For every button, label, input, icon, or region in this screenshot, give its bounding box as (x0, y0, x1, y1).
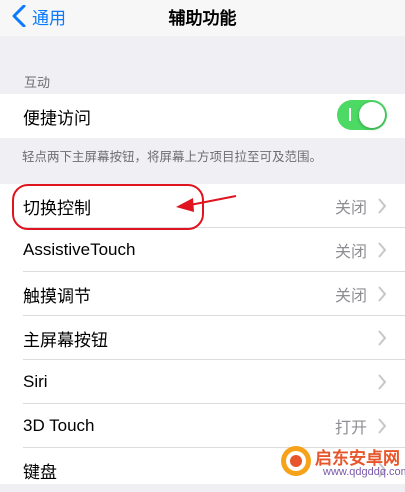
reachability-toggle[interactable] (337, 100, 387, 130)
toggle-on-indicator (349, 108, 351, 121)
list-item-label: 主屏幕按钮 (23, 330, 108, 350)
watermark-logo: 启东安卓网 www.qdgddq.com (277, 440, 405, 482)
list-item-label: 触摸调节 (23, 286, 91, 306)
list-item-label: AssistiveTouch (23, 240, 136, 259)
list-item-label: 3D Touch (23, 416, 95, 435)
list-item-value: 关闭 (334, 244, 367, 261)
list-item-value: 打开 (334, 420, 367, 437)
reachability-row: 便捷访问 (0, 94, 405, 138)
reachability-group: 便捷访问 (0, 94, 405, 138)
list-item-touch-accommodations[interactable]: 触摸调节 关闭 (0, 272, 405, 316)
list-item-assistivetouch[interactable]: AssistiveTouch 关闭 (0, 228, 405, 272)
section-header-interaction: 互动 (24, 75, 51, 90)
list-item-value: 关闭 (334, 288, 367, 305)
reachability-label: 便捷访问 (23, 108, 91, 128)
page-title: 辅助功能 (168, 9, 237, 28)
chevron-right-icon (378, 374, 387, 390)
chevron-right-icon (378, 418, 387, 434)
watermark-emblem-icon (281, 446, 311, 476)
list-item-value: 关闭 (334, 200, 367, 217)
list-item-label: Siri (23, 372, 48, 391)
settings-list: 切换控制 关闭 AssistiveTouch 关闭 触摸调节 关闭 主屏幕按钮 … (0, 184, 405, 484)
reachability-footer: 轻点两下主屏幕按钮，将屏幕上方项目拉至可及范围。 (22, 150, 323, 164)
chevron-right-icon (378, 286, 387, 302)
watermark-url: www.qdgddq.com (323, 466, 405, 478)
list-item-switch-control[interactable]: 切换控制 关闭 (0, 184, 405, 228)
chevron-right-icon (378, 330, 387, 346)
chevron-right-icon (378, 198, 387, 214)
chevron-right-icon (378, 242, 387, 258)
list-item-siri[interactable]: Siri (0, 360, 405, 404)
toggle-knob (359, 102, 385, 128)
list-item-label: 键盘 (23, 462, 57, 482)
list-item-label: 切换控制 (23, 198, 91, 218)
list-item-home-button[interactable]: 主屏幕按钮 (0, 316, 405, 360)
navigation-bar: 通用 辅助功能 (0, 0, 405, 36)
